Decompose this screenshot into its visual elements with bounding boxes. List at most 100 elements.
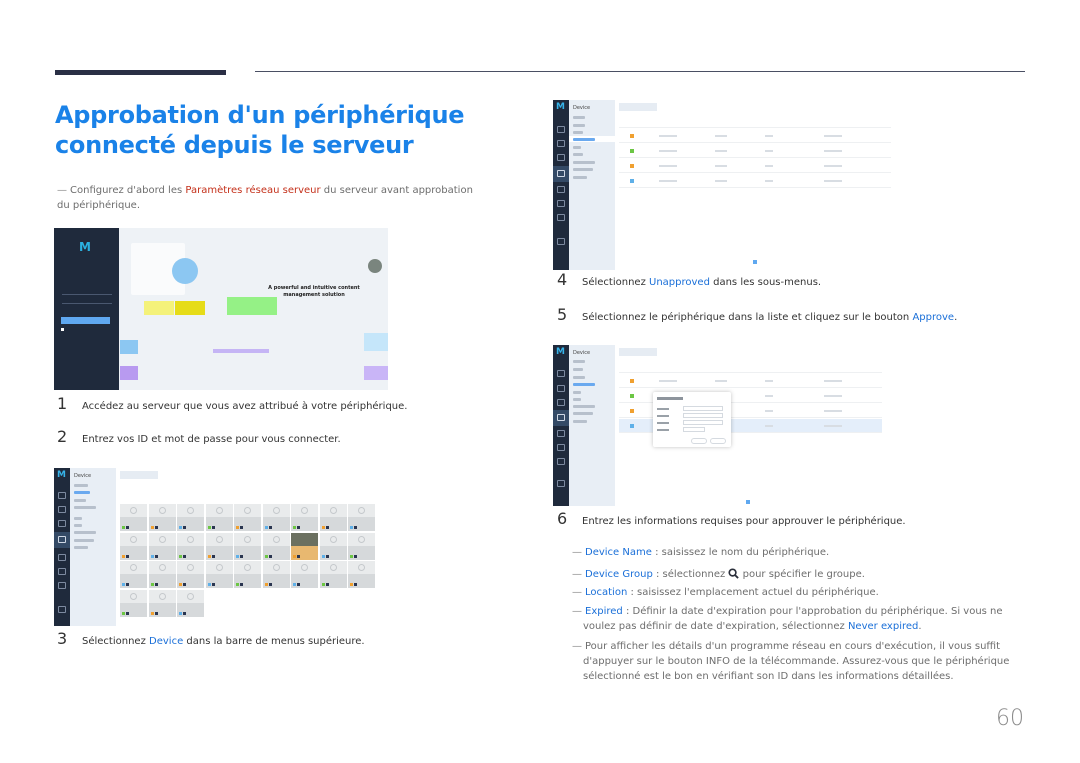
- device-name-term: Device Name: [585, 547, 652, 558]
- magicinfo-logo-icon: M: [57, 470, 66, 480]
- content-icon: [557, 385, 565, 392]
- sign-in-button: [61, 317, 110, 324]
- pagination-current: [753, 260, 757, 264]
- system-icon: [557, 480, 565, 487]
- cancel-button: [710, 438, 726, 444]
- user-icon: [58, 554, 66, 561]
- device-grid-screenshot: M Device: [54, 468, 396, 626]
- approve-main: [615, 345, 886, 506]
- settings-icon: [557, 214, 565, 221]
- header-rule-thin: [255, 71, 1025, 72]
- note-dash: —: [57, 185, 67, 196]
- device-tile: [205, 532, 233, 560]
- device-icon: [58, 536, 66, 543]
- magicinfo-logo-icon: M: [79, 240, 91, 254]
- device-tile: [177, 589, 204, 617]
- submenu-title: Device: [573, 350, 591, 356]
- device-type-icon: [630, 379, 634, 383]
- device-submenu: Device: [569, 100, 615, 270]
- settings-icon: [58, 582, 66, 589]
- device-tile: [234, 532, 261, 560]
- device-group-field: [683, 413, 723, 418]
- system-icon: [58, 606, 66, 613]
- avatar: [368, 259, 382, 273]
- dashboard-icon: [557, 370, 565, 377]
- submenu-title: Device: [573, 105, 591, 111]
- device-submenu: Device: [569, 345, 615, 506]
- ok-button: [691, 438, 707, 444]
- device-row: [619, 374, 882, 388]
- approve-device-dialog: [653, 392, 731, 447]
- device-tile: [291, 561, 318, 588]
- login-headline: A powerful and intuitive content managem…: [268, 285, 360, 298]
- user-icon: [557, 430, 565, 437]
- device-type-icon: [630, 394, 634, 398]
- approve-term: Approve: [912, 312, 955, 323]
- statistics-icon: [557, 444, 565, 451]
- device-tile: [148, 589, 176, 617]
- id-field: [62, 294, 112, 295]
- login-background: A powerful and intuitive content managem…: [119, 228, 388, 390]
- app-nav-bar: M: [553, 100, 569, 270]
- page-number: 60: [996, 706, 1024, 731]
- device-type-icon: [630, 409, 634, 413]
- device-tile: [177, 504, 204, 531]
- device-tile: [262, 561, 290, 588]
- device-tile: [120, 589, 147, 617]
- unapproved-term: Unapproved: [649, 277, 710, 288]
- expired-date-field: [683, 427, 705, 432]
- device-tile: [205, 504, 233, 531]
- password-field: [62, 303, 112, 304]
- device-type-icon: [630, 164, 634, 168]
- device-row: [619, 174, 891, 188]
- location-term: Location: [585, 587, 628, 598]
- device-tile: [234, 504, 261, 531]
- device-type-icon: [630, 134, 634, 138]
- settings-icon: [557, 458, 565, 465]
- device-main: [116, 468, 396, 626]
- playlist-icon: [58, 520, 66, 527]
- content-icon: [58, 506, 66, 513]
- device-submenu: Device: [70, 468, 116, 626]
- server-network-settings-link: Paramètres réseau serveur: [185, 185, 321, 196]
- header-rule-thick: [55, 70, 226, 75]
- device-tile: [148, 504, 176, 531]
- note-device-name: — Device Name : saisissez le nom du périp…: [572, 547, 830, 558]
- device-menu-term: Device: [149, 636, 184, 647]
- unapproved-submenu-item: [573, 138, 595, 141]
- device-tile: [120, 504, 147, 531]
- device-tile: [319, 504, 347, 531]
- expired-term: Expired: [585, 606, 623, 617]
- dashboard-icon: [557, 126, 565, 133]
- device-tile: [348, 532, 375, 560]
- dialog-title: [657, 397, 683, 400]
- device-tile: [262, 532, 290, 560]
- user-icon: [557, 186, 565, 193]
- device-group-term: Device Group: [585, 569, 653, 580]
- intro-note: — Configurez d'abord les Paramètres résea…: [57, 185, 473, 211]
- location-field: [683, 420, 723, 425]
- device-tile: [234, 561, 261, 588]
- unapproved-list-screenshot: M Device: [553, 100, 895, 270]
- device-row: [619, 144, 891, 158]
- never-expired-term: Never expired: [847, 621, 919, 632]
- login-screenshot: M A powerful and intuitive content manag…: [54, 228, 388, 390]
- unapproved-main: [615, 100, 895, 270]
- system-icon: [557, 238, 565, 245]
- device-tile: [319, 532, 347, 560]
- magicinfo-logo-icon: M: [556, 102, 565, 112]
- app-nav-bar: M: [54, 468, 70, 626]
- app-nav-bar: M: [553, 345, 569, 506]
- pagination-current: [746, 500, 750, 504]
- device-type-icon: [630, 179, 634, 183]
- search-icon: [728, 568, 740, 579]
- content-icon: [557, 140, 565, 147]
- page-title: Approbation d'un périphérique connecté d…: [55, 101, 465, 159]
- dashboard-icon: [58, 492, 66, 499]
- device-type-icon: [630, 149, 634, 153]
- device-tile: [148, 561, 176, 588]
- device-tile: [177, 532, 204, 560]
- approve-dialog-screenshot: M Device: [553, 345, 886, 506]
- device-row: [619, 159, 891, 173]
- device-tile: [291, 532, 318, 560]
